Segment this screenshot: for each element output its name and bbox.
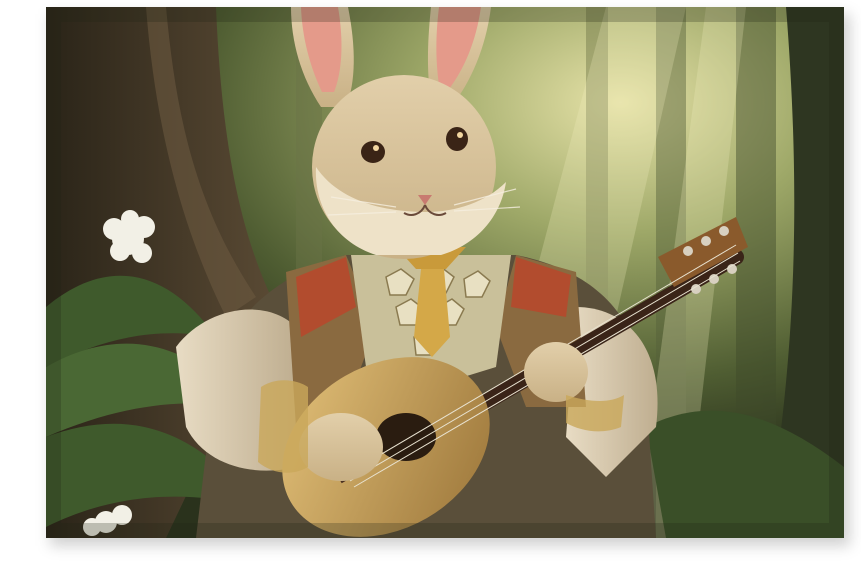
artwork-canvas [46, 7, 844, 538]
sound-hole [376, 413, 436, 461]
canvas-print-mockup [0, 0, 861, 585]
rabbit-bard-painting [46, 7, 844, 538]
